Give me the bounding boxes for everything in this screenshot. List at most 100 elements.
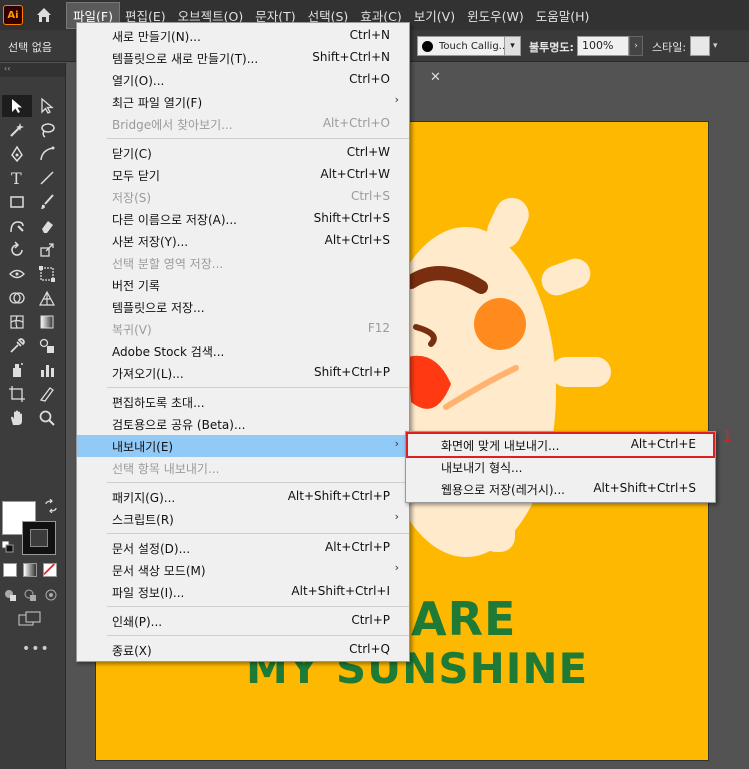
direct-selection-tool-icon[interactable] (32, 95, 62, 117)
file-menu-item: 복귀(V) F12 (77, 318, 409, 340)
selection-status: 선택 없음 (8, 41, 52, 54)
screen-mode-icon[interactable] (18, 611, 42, 629)
menu-item-shortcut: Ctrl+P (351, 613, 390, 627)
menu-item-shortcut: Alt+Ctrl+W (320, 167, 390, 181)
color-mode-icon[interactable] (3, 563, 17, 577)
tool-row (2, 383, 64, 405)
file-menu-item[interactable]: 편집하도록 초대... (77, 391, 409, 413)
export-submenu-item[interactable]: 웹용으로 저장(레거시)... Alt+Shift+Ctrl+S (406, 478, 715, 500)
menu-item-shortcut: F12 (367, 321, 390, 335)
menu-separator (107, 387, 409, 388)
menu-item-label: 검토용으로 공유 (Beta)... (112, 418, 246, 432)
mesh-icon[interactable] (2, 311, 32, 333)
menu-item-label: 화면에 맞게 내보내기... (441, 439, 560, 453)
free-transform-icon[interactable] (32, 263, 62, 285)
menu-separator (107, 138, 409, 139)
chevron-down-icon[interactable]: ▾ (713, 41, 718, 51)
magic-wand-icon[interactable] (2, 119, 32, 141)
menu-item-label: 문서 설정(D)... (112, 542, 191, 556)
file-menu-item[interactable]: 새로 만들기(N)... Ctrl+N (77, 25, 409, 47)
perspective-grid-icon[interactable] (32, 287, 62, 309)
hand-icon[interactable] (2, 407, 32, 429)
file-menu-item[interactable]: 종료(X) Ctrl+Q (77, 639, 409, 661)
chevron-down-icon[interactable]: ▾ (504, 37, 520, 55)
eraser-icon[interactable] (32, 215, 62, 237)
tool-row (2, 143, 64, 165)
file-menu-item: 선택 항목 내보내기... (77, 457, 409, 479)
file-menu-item[interactable]: 가져오기(L)... Shift+Ctrl+P (77, 362, 409, 384)
stroke-color-swatch[interactable] (22, 521, 56, 555)
file-menu-item[interactable]: 닫기(C) Ctrl+W (77, 142, 409, 164)
chevron-right-icon[interactable]: › (629, 36, 643, 56)
chevron-right-icon: › (394, 561, 399, 574)
menu-item-label: 내보내기(E) (112, 440, 174, 454)
file-menu-item[interactable]: 템플릿으로 새로 만들기(T)... Shift+Ctrl+N (77, 47, 409, 69)
swap-colors-icon[interactable] (44, 498, 58, 514)
close-icon[interactable]: ✕ (430, 70, 441, 85)
none-mode-icon[interactable] (43, 563, 57, 577)
draw-normal-icon[interactable] (3, 587, 19, 603)
file-menu-item[interactable]: 파일 정보(I)... Alt+Shift+Ctrl+I (77, 581, 409, 603)
file-menu-item[interactable]: 사본 저장(Y)... Alt+Ctrl+S (77, 230, 409, 252)
file-menu-item[interactable]: 버전 기록 (77, 274, 409, 296)
menu-item[interactable]: 도움말(H) (530, 3, 596, 28)
opacity-label: 불투명도: (529, 41, 574, 54)
export-submenu-item[interactable]: 내보내기 형식... (406, 456, 715, 478)
file-menu-item[interactable]: 패키지(G)... Alt+Shift+Ctrl+P (77, 486, 409, 508)
stroke-inner (30, 529, 48, 547)
file-menu-item[interactable]: 검토용으로 공유 (Beta)... (77, 413, 409, 435)
file-menu-item[interactable]: 최근 파일 열기(F) › (77, 91, 409, 113)
file-menu-item[interactable]: Adobe Stock 검색... (77, 340, 409, 362)
more-tools-icon[interactable]: ••• (22, 641, 50, 657)
scale-icon[interactable] (32, 239, 62, 261)
rectangle-icon[interactable] (2, 191, 32, 213)
menu-item-label: 내보내기 형식... (441, 461, 523, 475)
type-icon[interactable]: T (2, 167, 32, 189)
file-menu-item[interactable]: 문서 설정(D)... Alt+Ctrl+P (77, 537, 409, 559)
file-menu-item[interactable]: 내보내기(E) › (77, 435, 409, 457)
pen-icon[interactable] (2, 143, 32, 165)
draw-inside-icon[interactable] (43, 587, 59, 603)
width-icon[interactable] (2, 263, 32, 285)
file-menu-item[interactable]: 템플릿으로 저장... (77, 296, 409, 318)
file-menu-item[interactable]: 문서 색상 모드(M) › (77, 559, 409, 581)
home-icon[interactable] (33, 4, 55, 26)
file-menu-item[interactable]: 인쇄(P)... Ctrl+P (77, 610, 409, 632)
menu-separator (107, 482, 409, 483)
draw-behind-icon[interactable] (23, 587, 39, 603)
shape-builder-icon[interactable] (2, 287, 32, 309)
menu-item-shortcut: Alt+Ctrl+P (325, 540, 390, 554)
gradient-mode-icon[interactable] (23, 563, 37, 577)
menu-item-label: 종료(X) (112, 644, 152, 658)
style-swatch[interactable] (690, 36, 710, 56)
file-menu-item[interactable]: 스크립트(R) › (77, 508, 409, 530)
slice-icon[interactable] (32, 383, 62, 405)
selection-tool-icon[interactable] (2, 95, 32, 117)
menu-item[interactable]: 윈도우(W) (461, 3, 530, 28)
menu-item[interactable]: 보기(V) (408, 3, 461, 28)
gradient-icon[interactable] (32, 311, 62, 333)
eyedropper-icon[interactable] (2, 335, 32, 357)
opacity-input[interactable]: 100% (577, 36, 629, 56)
export-submenu-item[interactable]: 화면에 맞게 내보내기... Alt+Ctrl+E (406, 434, 715, 456)
artboard-icon[interactable] (2, 383, 32, 405)
paintbrush-icon[interactable] (32, 191, 62, 213)
curvature-icon[interactable] (32, 143, 62, 165)
collapse-icon[interactable]: ‹‹ (0, 63, 65, 77)
brush-selector[interactable]: Touch Callig... ▾ (417, 36, 521, 56)
column-graph-icon[interactable] (32, 359, 62, 381)
file-menu-item[interactable]: 열기(O)... Ctrl+O (77, 69, 409, 91)
shaper-icon[interactable] (2, 215, 32, 237)
file-menu-item[interactable]: 모두 닫기 Alt+Ctrl+W (77, 164, 409, 186)
blend-icon[interactable] (32, 335, 62, 357)
lasso-icon[interactable] (32, 119, 62, 141)
symbol-sprayer-icon[interactable] (2, 359, 32, 381)
zoom-icon[interactable] (32, 407, 62, 429)
line-segment-icon[interactable] (32, 167, 62, 189)
tool-row (2, 407, 64, 429)
default-colors-icon[interactable] (1, 540, 14, 553)
file-menu-item[interactable]: 다른 이름으로 저장(A)... Shift+Ctrl+S (77, 208, 409, 230)
rotate-icon[interactable] (2, 239, 32, 261)
menu-item-shortcut: Alt+Ctrl+E (630, 437, 696, 451)
chevron-right-icon: › (394, 437, 399, 450)
